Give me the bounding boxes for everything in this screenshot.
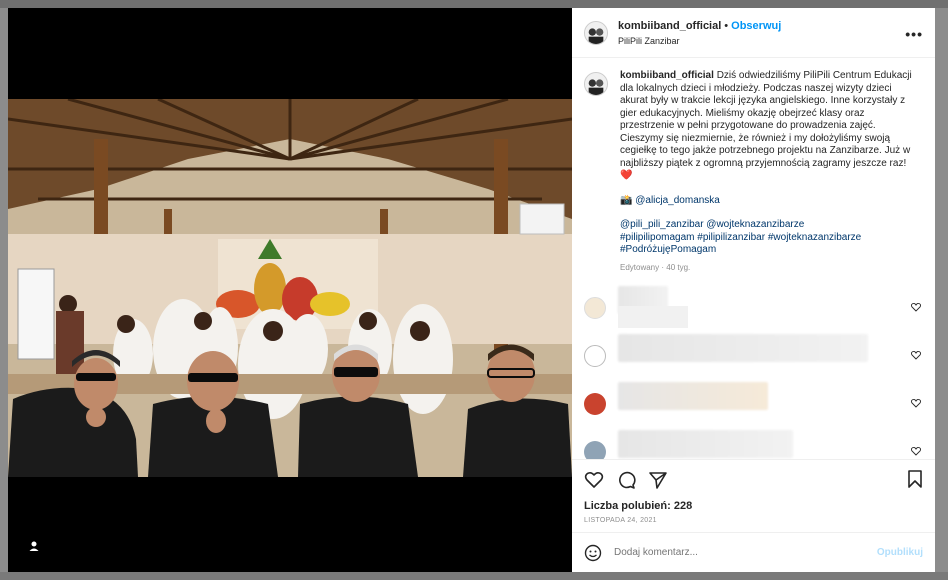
background-top bbox=[0, 0, 948, 8]
list-item bbox=[584, 428, 921, 459]
heart-icon[interactable] bbox=[911, 350, 921, 360]
blurred-comment bbox=[618, 430, 793, 458]
likes-count[interactable]: Liczba polubień: 228 bbox=[572, 499, 935, 513]
hashtag-links[interactable]: #pilipilipomagam #pilipilizanzibar #wojt… bbox=[620, 232, 921, 257]
camera-emoji: 📸 bbox=[620, 194, 633, 206]
comment-icon[interactable] bbox=[616, 470, 636, 490]
separator-dot: • bbox=[724, 19, 729, 32]
avatar[interactable] bbox=[584, 345, 606, 367]
post-date: LISTOPADA 24, 2021 bbox=[584, 517, 657, 524]
emoji-icon[interactable] bbox=[584, 544, 602, 562]
more-options-icon[interactable]: ••• bbox=[905, 26, 923, 42]
share-icon[interactable] bbox=[648, 470, 668, 490]
avatar[interactable] bbox=[584, 441, 606, 459]
comments-scroll-area[interactable]: kombiiband_official Dziś odwiedziliśmy P… bbox=[572, 58, 935, 459]
caption-text: Dziś odwiedziliśmy PiliPili Centrum Eduk… bbox=[620, 70, 912, 169]
heart-icon[interactable] bbox=[911, 302, 921, 312]
post-photo bbox=[8, 99, 572, 477]
post-caption: kombiiband_official Dziś odwiedziliśmy P… bbox=[584, 70, 921, 274]
edited-timestamp: Edytowany · 40 tyg. bbox=[620, 262, 691, 272]
post-header: kombiiband_official • Obserwuj PiliPili Za… bbox=[572, 8, 935, 58]
heart-icon[interactable] bbox=[911, 446, 921, 456]
heart-icon[interactable] bbox=[584, 470, 604, 490]
mentions-links[interactable]: @pili_pili_zanzibar @wojteknazanzibarze bbox=[620, 219, 921, 232]
post-side-panel: kombiiband_official • Obserwuj PiliPili Za… bbox=[572, 8, 935, 572]
comments-list bbox=[584, 284, 921, 459]
blurred-comment bbox=[618, 382, 768, 410]
background-bottom bbox=[0, 572, 948, 580]
list-item bbox=[584, 284, 921, 332]
bookmark-icon[interactable] bbox=[907, 470, 923, 488]
follow-button[interactable]: Obserwuj bbox=[731, 20, 781, 32]
username-link[interactable]: kombiiband_official bbox=[618, 20, 721, 32]
blurred-comment bbox=[618, 306, 688, 328]
avatar[interactable] bbox=[584, 393, 606, 415]
comment-input[interactable] bbox=[614, 547, 877, 558]
action-bar bbox=[572, 459, 935, 499]
photo-credit-link[interactable]: @alicja_domanska bbox=[635, 195, 720, 206]
publish-button[interactable]: Opublikuj bbox=[877, 547, 923, 558]
comment-composer: Opublikuj bbox=[572, 532, 935, 572]
avatar[interactable] bbox=[584, 20, 608, 45]
list-item bbox=[584, 332, 921, 380]
avatar[interactable] bbox=[584, 72, 608, 96]
blurred-comment bbox=[618, 334, 868, 362]
heart-icon[interactable] bbox=[911, 398, 921, 408]
location-link[interactable]: PiliPili Zanzibar bbox=[618, 34, 781, 49]
user-tag-icon[interactable] bbox=[20, 532, 48, 560]
heart-emoji: ❤️ bbox=[620, 170, 633, 181]
caption-username-link[interactable]: kombiiband_official bbox=[620, 70, 714, 81]
post-media[interactable] bbox=[8, 8, 572, 572]
avatar[interactable] bbox=[584, 297, 606, 319]
list-item bbox=[584, 380, 921, 428]
